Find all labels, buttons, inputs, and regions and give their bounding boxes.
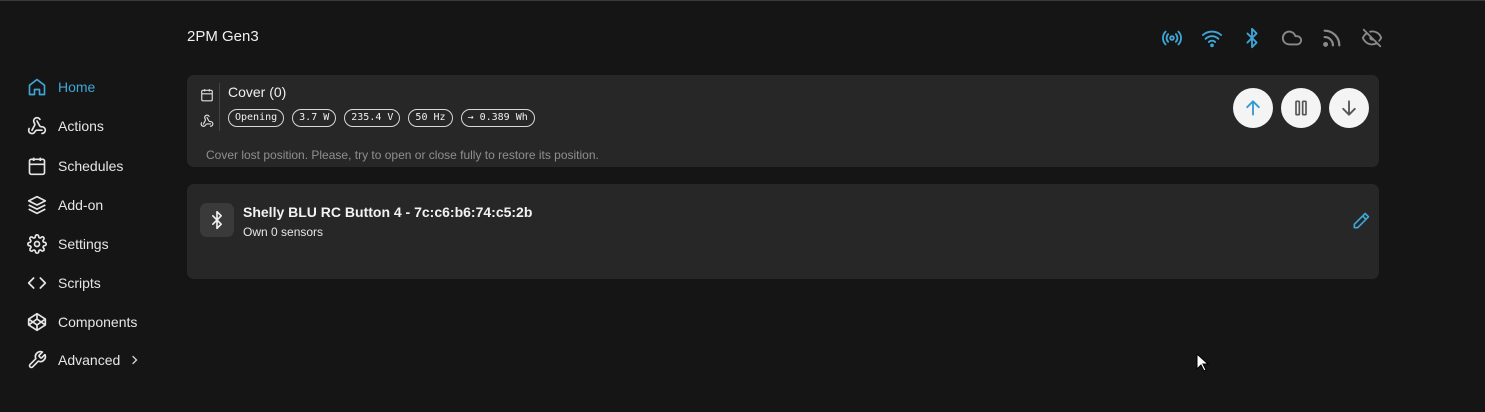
device-title: 2PM Gen3 [187,28,259,45]
webhook-icon[interactable] [199,113,215,129]
sidebar-item-label: Components [58,314,138,330]
status-icons [1160,26,1384,50]
sidebar-item-add-on[interactable]: Add-on [26,191,103,219]
sidebar-item-home[interactable]: Home [26,73,95,101]
frequency-badge: 50 Hz [408,109,453,127]
bluetooth-icon[interactable] [1240,26,1264,50]
cover-title: Cover (0) [228,84,287,100]
sidebar-item-label: Advanced [58,352,121,368]
home-icon [26,76,48,98]
cloud-icon[interactable] [1280,26,1304,50]
ble-device-name: Shelly BLU RC Button 4 - 7c:c6:b6:74:c5:… [243,204,533,220]
sidebar-item-advanced[interactable]: Advanced [26,346,140,374]
rss-icon[interactable] [1320,26,1344,50]
pencil-icon [1353,212,1370,229]
eye-off-icon[interactable] [1360,26,1384,50]
mouse-cursor-icon [1196,353,1210,372]
cover-message: Cover lost position. Please, try to open… [206,148,599,162]
arrow-down-icon [1342,100,1356,116]
calendar-icon[interactable] [199,87,215,103]
wrench-icon [26,349,48,371]
chevron-right-icon [132,355,138,365]
status-badge: Opening [228,109,285,127]
sidebar-item-actions[interactable]: Actions [26,112,104,140]
calendar-icon [26,155,48,177]
sidebar-item-label: Schedules [58,158,124,174]
cover-open-button[interactable] [1233,88,1273,128]
cover-card: Cover (0) Opening 3.7 W 235.4 V 50 Hz → … [187,75,1379,167]
voltage-badge: 235.4 V [344,109,401,127]
pause-icon [1295,100,1307,116]
cover-close-button[interactable] [1329,88,1369,128]
divider [219,83,220,131]
arrow-up-icon [1246,100,1260,116]
broadcast-icon[interactable] [1160,26,1184,50]
sidebar-item-label: Scripts [58,275,101,291]
ble-device-subtitle: Own 0 sensors [243,225,324,239]
gear-icon [26,233,48,255]
sidebar-item-settings[interactable]: Settings [26,230,109,258]
code-icon [26,272,48,294]
cover-side-icons [199,87,219,139]
sidebar-item-components[interactable]: Components [26,308,137,336]
top-border [0,0,1485,1]
webhook-icon [26,115,48,137]
cover-badges: Opening 3.7 W 235.4 V 50 Hz → 0.389 Wh [228,109,535,127]
sidebar-item-scripts[interactable]: Scripts [26,269,101,297]
sidebar-item-label: Home [58,79,96,95]
ble-device-card: Shelly BLU RC Button 4 - 7c:c6:b6:74:c5:… [187,184,1379,279]
layers-icon [26,194,48,216]
bluetooth-icon [200,203,234,237]
sidebar-item-label: Add-on [58,197,104,213]
power-badge: 3.7 W [292,109,337,127]
cover-stop-button[interactable] [1281,88,1321,128]
sidebar-item-label: Settings [58,236,109,252]
sidebar-item-schedules[interactable]: Schedules [26,152,123,180]
wifi-icon[interactable] [1200,26,1224,50]
energy-badge: → 0.389 Wh [460,109,535,127]
edit-button[interactable] [1350,210,1372,232]
sidebar-item-label: Actions [58,118,104,134]
codepen-icon [26,311,48,333]
